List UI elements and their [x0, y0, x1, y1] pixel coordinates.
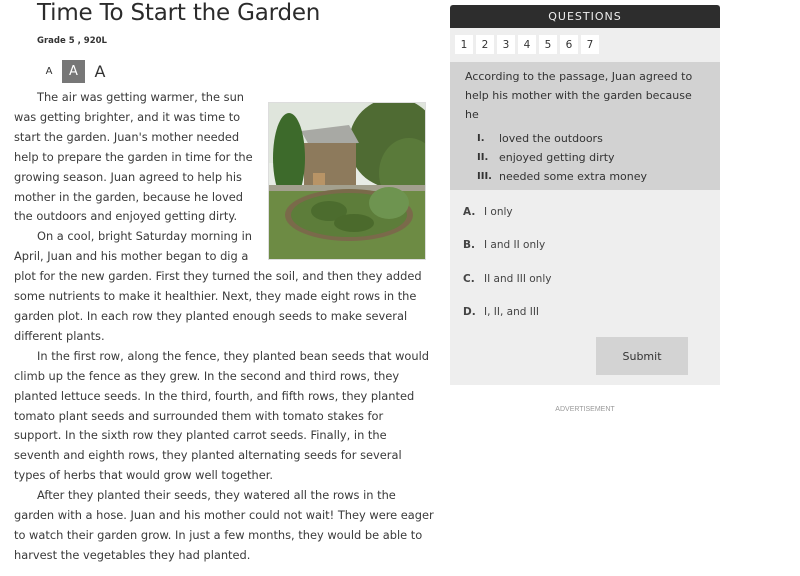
- question-tab-3[interactable]: 3: [497, 35, 515, 54]
- statement-text: needed some extra money: [499, 170, 648, 183]
- answer-letter: C.: [463, 272, 475, 285]
- statement-item: I. loved the outdoors: [477, 129, 705, 148]
- answer-letter: A.: [463, 205, 476, 218]
- questions-header: QUESTIONS: [450, 5, 720, 28]
- answer-text: I and II only: [484, 239, 546, 252]
- statement-text: enjoyed getting dirty: [499, 151, 615, 164]
- question-tab-1[interactable]: 1: [455, 35, 473, 54]
- answer-letter: B.: [463, 239, 475, 252]
- answer-letter: D.: [463, 306, 476, 319]
- question-tab-6[interactable]: 6: [560, 35, 578, 54]
- statement-list: I. loved the outdoors II. enjoyed gettin…: [477, 129, 705, 186]
- question-tab-4[interactable]: 4: [518, 35, 536, 54]
- statement-number: II.: [477, 152, 489, 163]
- answer-option-b[interactable]: B. I and II only: [463, 229, 720, 263]
- question-text: According to the passage, Juan agreed to…: [465, 70, 693, 121]
- question-number-tabs: 1 2 3 4 5 6 7: [450, 28, 720, 59]
- passage-paragraph: In the first row, along the fence, they …: [14, 348, 430, 483]
- question-tab-7[interactable]: 7: [581, 35, 599, 54]
- advertisement-label: ADVERTISEMENT: [555, 406, 615, 413]
- answer-text: II and III only: [484, 272, 552, 285]
- questions-panel: QUESTIONS 1 2 3 4 5 6 7 According to the…: [450, 5, 720, 385]
- statement-item: III. needed some extra money: [477, 167, 705, 186]
- answer-option-d[interactable]: D. I, II, and III: [463, 296, 720, 330]
- font-size-large-button[interactable]: A: [89, 61, 111, 83]
- font-size-medium-button[interactable]: A: [62, 60, 85, 83]
- answer-option-a[interactable]: A. I only: [463, 195, 720, 229]
- question-tab-2[interactable]: 2: [476, 35, 494, 54]
- answer-text: I only: [484, 205, 513, 218]
- statement-number: III.: [477, 171, 492, 182]
- font-size-small-button[interactable]: A: [40, 61, 58, 83]
- question-stem: According to the passage, Juan agreed to…: [450, 62, 720, 190]
- submit-button[interactable]: Submit: [596, 337, 688, 375]
- statement-item: II. enjoyed getting dirty: [477, 148, 705, 167]
- garden-photo-image: [269, 103, 425, 259]
- answer-option-c[interactable]: C. II and III only: [463, 262, 720, 296]
- statement-number: I.: [477, 133, 485, 144]
- answer-choices: A. I only B. I and II only C. II and III…: [450, 190, 720, 329]
- garden-photo: [268, 102, 426, 260]
- answer-text: I, II, and III: [484, 306, 540, 319]
- grade-level-info: Grade 5 , 920L: [37, 36, 107, 46]
- question-tab-5[interactable]: 5: [539, 35, 557, 54]
- passage-text: The air was getting warmer, the sun was …: [14, 88, 434, 566]
- statement-text: loved the outdoors: [499, 132, 603, 145]
- article-title: Time To Start the Garden: [37, 0, 321, 26]
- font-size-controls: A A A: [40, 60, 111, 83]
- passage-paragraph: After they planted their seeds, they wat…: [14, 488, 434, 562]
